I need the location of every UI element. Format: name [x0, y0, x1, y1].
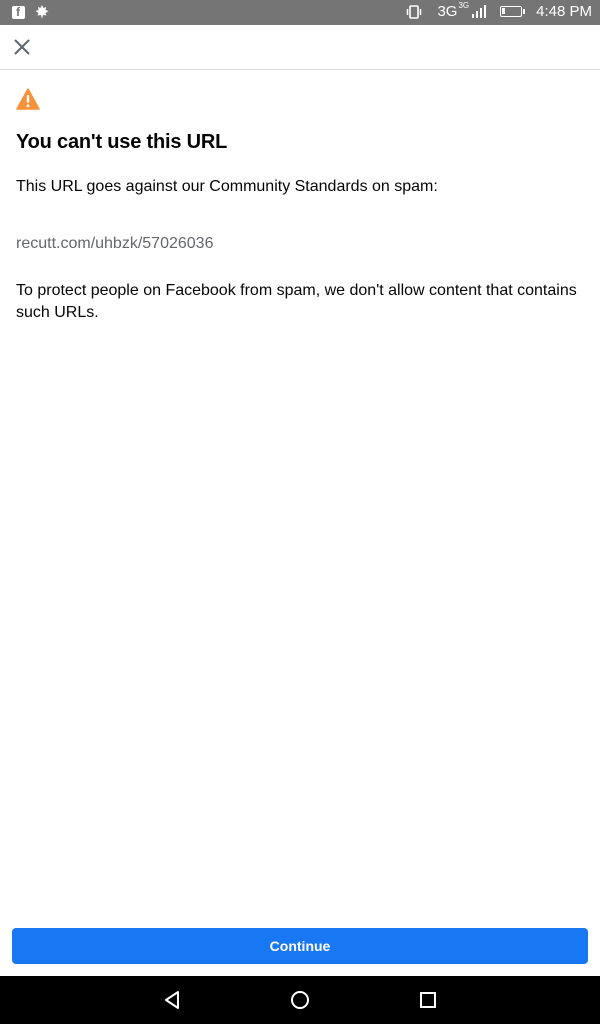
- warning-content: You can't use this URL This URL goes aga…: [16, 88, 586, 324]
- page-title: You can't use this URL: [16, 131, 228, 153]
- top-bar: [0, 25, 600, 70]
- warning-explanation: To protect people on Facebook from spam,…: [16, 282, 577, 321]
- vibrate-icon: [407, 4, 422, 19]
- back-icon[interactable]: [160, 988, 184, 1012]
- signal-icon: [472, 4, 487, 18]
- recents-icon[interactable]: [416, 988, 440, 1012]
- system-nav-bar: [0, 976, 600, 1024]
- battery-icon: [500, 6, 526, 17]
- status-bar: 3G 3G 4:48 PM: [0, 0, 600, 25]
- network-sup-label: 3G: [458, 1, 470, 10]
- leaf-icon: [35, 5, 49, 19]
- facebook-icon: [12, 5, 25, 19]
- network-label: 3G: [437, 3, 458, 20]
- blocked-url: recutt.com/uhbzk/57026036: [16, 235, 214, 252]
- continue-button[interactable]: Continue: [12, 928, 588, 964]
- warning-icon: [16, 88, 40, 110]
- network-indicator: 3G 3G: [437, 1, 487, 20]
- home-icon[interactable]: [288, 988, 312, 1012]
- warning-message: This URL goes against our Community Stan…: [16, 178, 438, 195]
- close-icon[interactable]: [8, 33, 36, 61]
- status-time: 4:48 PM: [536, 3, 592, 20]
